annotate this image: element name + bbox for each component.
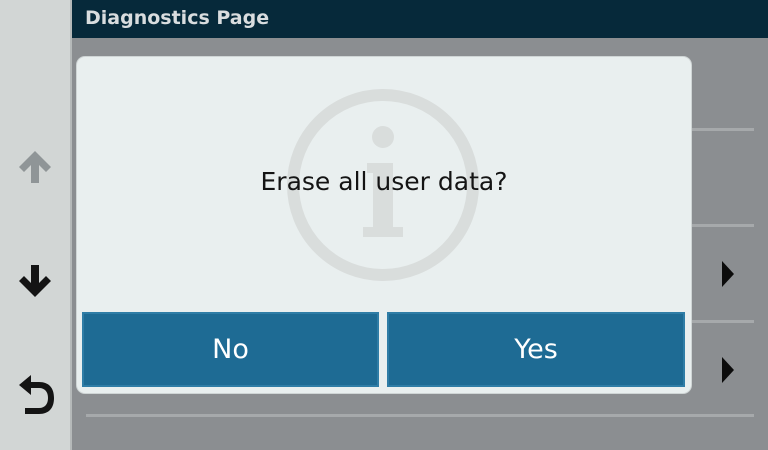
chevron-right-icon[interactable] [716,256,740,292]
scroll-up-button[interactable] [10,142,60,192]
yes-button[interactable]: Yes [387,312,685,387]
page-title: Diagnostics Page [72,0,768,38]
scroll-down-button[interactable] [10,256,60,306]
confirm-dialog: Erase all user data? No Yes [77,57,691,393]
list-divider [86,414,754,417]
back-button[interactable] [10,368,60,418]
dialog-message: Erase all user data? [260,167,508,196]
arrow-up-icon [19,151,51,183]
screen: Diagnostics Page Erase all user data? No… [0,0,768,450]
back-arrow-icon [19,375,54,414]
chevron-right-icon[interactable] [716,352,740,388]
no-button[interactable]: No [82,312,379,387]
left-rail [0,0,72,450]
arrow-down-icon [19,265,51,297]
